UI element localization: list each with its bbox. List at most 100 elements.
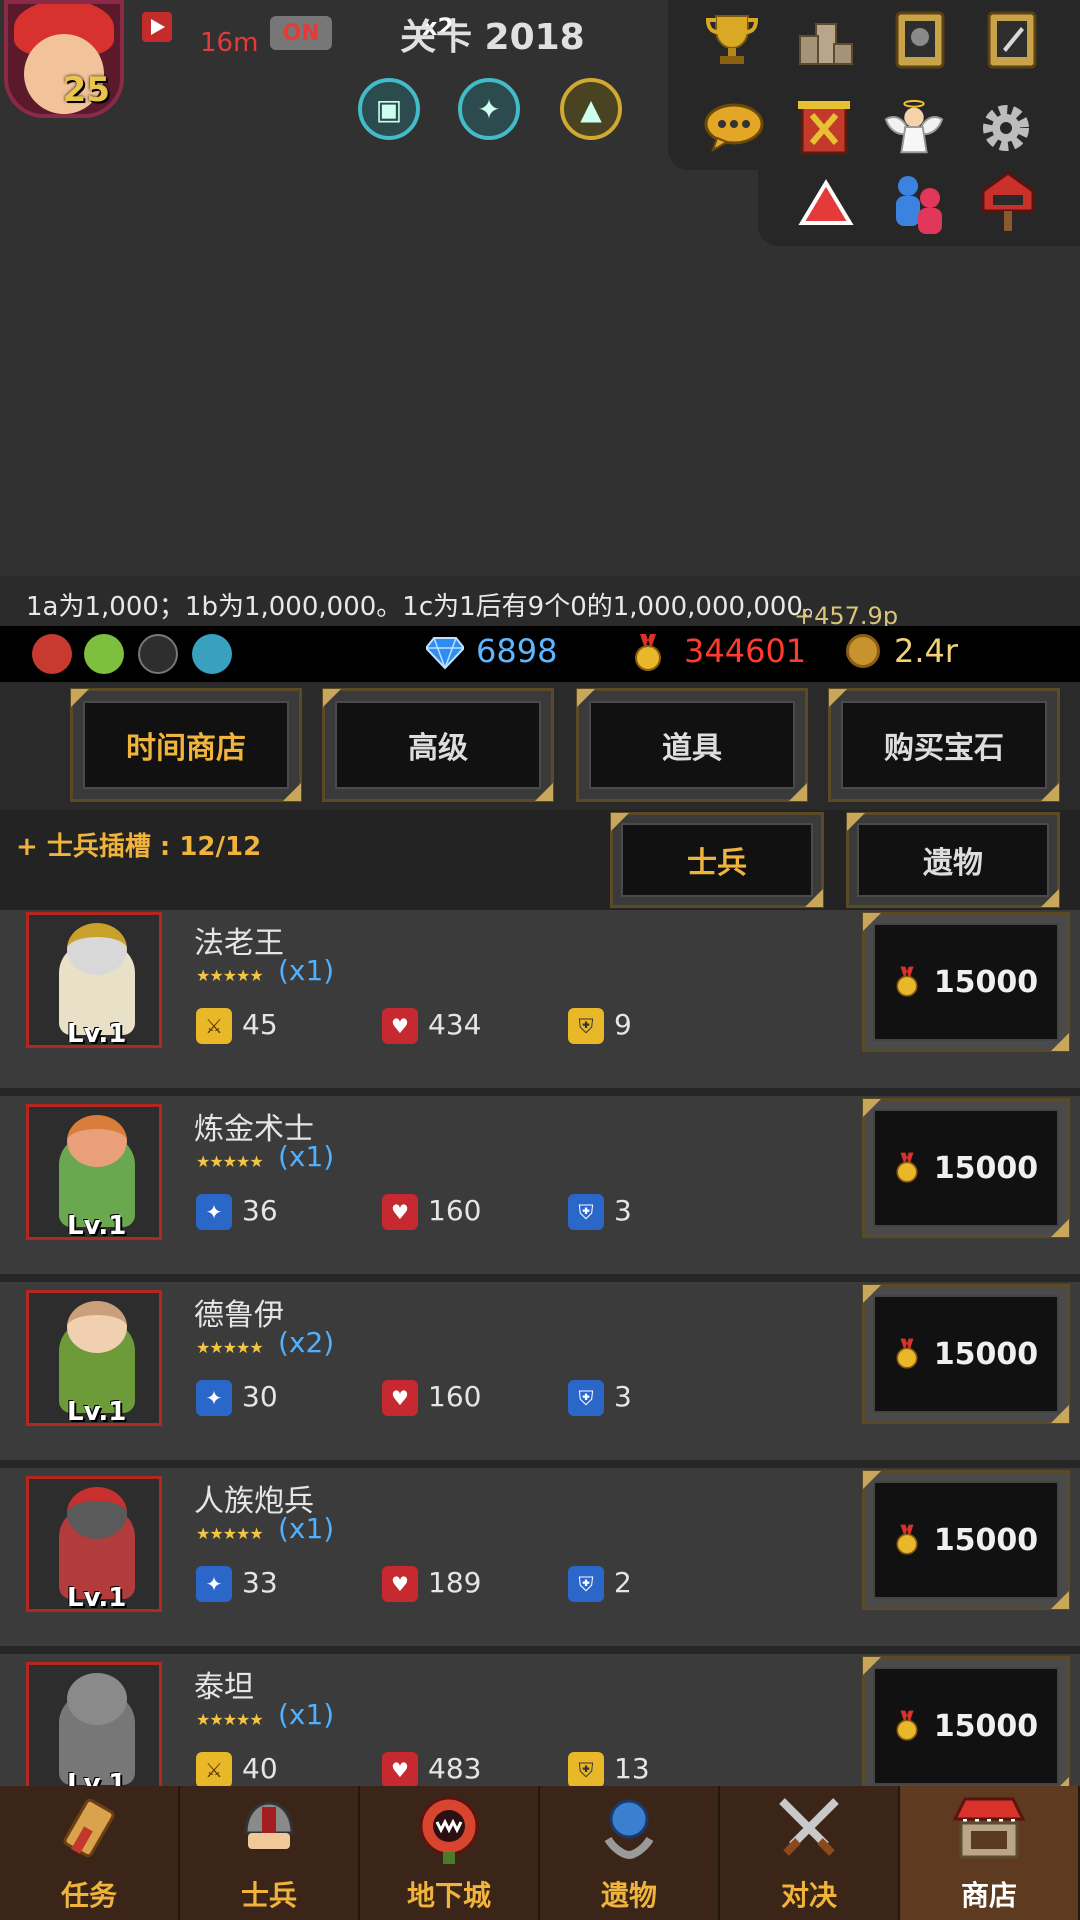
unit-level: Lv.1 — [67, 1769, 127, 1786]
nav-dungeon[interactable]: 地下城 — [360, 1786, 540, 1920]
buy-button[interactable]: 15000 — [862, 1656, 1070, 1786]
unit-name: 泰坦 — [194, 1670, 254, 1705]
video-play-icon — [142, 12, 172, 42]
subtab-label: 士兵 — [621, 823, 813, 897]
unit-defense: 9 — [614, 1008, 632, 1041]
tab-label: 高级 — [335, 701, 541, 789]
subtab-soldiers[interactable]: 士兵 — [610, 812, 824, 908]
buy-button[interactable]: 15000 — [862, 912, 1070, 1052]
gem-icon — [426, 637, 464, 670]
unit-level: Lv.1 — [67, 1211, 127, 1240]
tab-premium[interactable]: 高级 — [322, 688, 554, 802]
unit-portrait[interactable]: Lv.1 — [26, 1476, 162, 1612]
unit-stars: ★★★★★ — [196, 1710, 264, 1729]
sword-icon: ⚔ — [196, 1008, 232, 1044]
nav-soldiers[interactable]: 士兵 — [180, 1786, 360, 1920]
unit-defense: 13 — [614, 1752, 650, 1785]
unit-stars: ★★★★★ — [196, 1524, 264, 1543]
medal-icon — [896, 966, 918, 997]
speed-boost-button[interactable]: x2 — [142, 12, 454, 42]
magic-shield-icon: ⛨ — [568, 1566, 604, 1602]
unit-defense: 2 — [614, 1566, 632, 1599]
auto-toggle[interactable]: ON — [270, 16, 332, 50]
hero-book-icon[interactable] — [888, 8, 952, 72]
hero-mini-avatar-green[interactable] — [84, 634, 124, 674]
unit-attack: 45 — [242, 1008, 278, 1041]
tab-buy-gems[interactable]: 购买宝石 — [828, 688, 1060, 802]
nav-label: 地下城 — [406, 1879, 491, 1912]
nav-shop[interactable]: 商店 — [900, 1786, 1080, 1920]
tab-time-shop[interactable]: 时间商店 — [70, 688, 302, 802]
mailbox-icon[interactable] — [976, 168, 1040, 232]
gem-count: 6898 — [476, 632, 558, 670]
helmet-icon — [229, 1788, 309, 1868]
unit-portrait[interactable]: Lv.1 — [26, 1104, 162, 1240]
sword-icon: ⚔ — [196, 1752, 232, 1786]
subtab-label: 遗物 — [857, 823, 1049, 897]
heart-icon: ♥ — [382, 1566, 418, 1602]
unit-price: 15000 — [933, 1150, 1039, 1186]
shield-icon: ⛨ — [568, 1008, 604, 1044]
coin-icon — [846, 634, 880, 668]
monster-plant-icon — [409, 1788, 489, 1868]
buff-wings-icon[interactable]: ✦ — [458, 78, 520, 140]
hero-mini-avatar-red[interactable] — [32, 634, 72, 674]
list-item: Lv.1 法老王 ★★★★★ (x1) ⚔ 45 ♥ 434 ⛨ 9 15000 — [0, 910, 1080, 1088]
unit-portrait[interactable]: Lv.1 — [26, 912, 162, 1048]
buy-button[interactable]: 15000 — [862, 1470, 1070, 1610]
magic-shield-icon: ⛨ — [568, 1194, 604, 1230]
hero-mini-avatar-dark[interactable] — [138, 634, 178, 674]
nav-label: 任务 — [60, 1879, 117, 1912]
guild-banner-icon[interactable] — [792, 96, 856, 160]
unit-portrait[interactable]: Lv.1 — [26, 1290, 162, 1426]
ranking-podium-icon[interactable] — [794, 8, 858, 72]
nav-quests[interactable]: 任务 — [0, 1786, 180, 1920]
unit-level: Lv.1 — [67, 1019, 127, 1048]
medal-count: 344601 — [684, 632, 807, 670]
unit-count: (x1) — [278, 1140, 335, 1173]
player-avatar[interactable]: 25 — [4, 0, 124, 118]
trophy-icon[interactable] — [700, 8, 764, 72]
angel-icon[interactable] — [882, 96, 946, 160]
scroll-icon — [49, 1788, 129, 1868]
tab-label: 购买宝石 — [841, 701, 1047, 789]
unit-count: (x1) — [278, 954, 335, 987]
subtab-relics[interactable]: 遗物 — [846, 812, 1060, 908]
chat-icon[interactable] — [702, 96, 766, 160]
unit-defense: 3 — [614, 1194, 632, 1227]
unit-level: Lv.1 — [67, 1583, 127, 1612]
heart-icon: ♥ — [382, 1194, 418, 1230]
battle-area[interactable]: 25 x2 16m ON 关卡 2018 ▣ ✦ ▲ — [0, 0, 1080, 575]
unit-count: (x1) — [278, 1512, 335, 1545]
buy-button[interactable]: 15000 — [862, 1098, 1070, 1238]
upgrade-arrow-icon[interactable] — [794, 172, 858, 236]
unit-attack: 40 — [242, 1752, 278, 1785]
settings-gear-icon[interactable] — [974, 96, 1038, 160]
weapon-book-icon[interactable] — [980, 8, 1044, 72]
list-item: Lv.1 德鲁伊 ★★★★★ (x2) ✦ 30 ♥ 160 ⛨ 3 15000 — [0, 1282, 1080, 1460]
orb-icon — [589, 1788, 669, 1868]
medal-icon — [896, 1338, 918, 1369]
buff-chest-icon[interactable]: ▣ — [358, 78, 420, 140]
nav-relics[interactable]: 遗物 — [540, 1786, 720, 1920]
boost-timer: 16m — [200, 28, 259, 58]
shop-icon — [949, 1788, 1029, 1868]
magic-wand-icon: ✦ — [196, 1380, 232, 1416]
buff-triangle-icon[interactable]: ▲ — [560, 78, 622, 140]
nav-label: 士兵 — [240, 1879, 297, 1912]
tip-text: 1a为1,000；1b为1,000,000。1c为1后有9个0的1,000,00… — [0, 576, 1080, 626]
medal-icon — [635, 634, 661, 671]
hero-mini-avatar-blue[interactable] — [192, 634, 232, 674]
friends-icon[interactable] — [886, 172, 950, 236]
tab-items[interactable]: 道具 — [576, 688, 808, 802]
unit-attack: 33 — [242, 1566, 278, 1599]
unit-hp: 434 — [428, 1008, 482, 1041]
nav-duel[interactable]: 对决 — [720, 1786, 900, 1920]
buy-button[interactable]: 15000 — [862, 1284, 1070, 1424]
stage-title: 关卡 2018 — [400, 17, 585, 58]
unit-portrait[interactable]: Lv.1 — [26, 1662, 162, 1786]
magic-wand-icon: ✦ — [196, 1194, 232, 1230]
unit-list[interactable]: Lv.1 法老王 ★★★★★ (x1) ⚔ 45 ♥ 434 ⛨ 9 15000 — [0, 910, 1080, 1786]
magic-wand-icon: ✦ — [196, 1566, 232, 1602]
soldier-slots-button[interactable]: + 士兵插槽 : 12/12 — [16, 826, 261, 863]
